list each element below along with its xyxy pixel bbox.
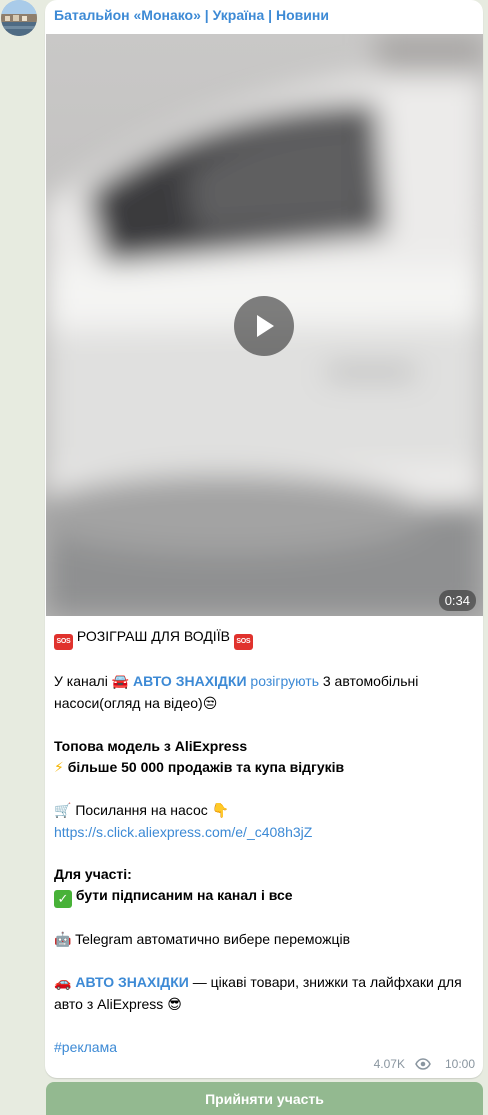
top-model-text: Топова модель з AliExpress — [54, 738, 248, 754]
participation-rule: бути підписаним на канал і все — [75, 887, 293, 903]
car-icon: 🚘 — [111, 674, 130, 690]
sos-icon: SOS — [233, 634, 253, 650]
sales-text: більше 50 000 продажів та купа відгуків — [67, 759, 345, 775]
post-headline: РОЗІГРАШ ДЛЯ ВОДІЇВ — [76, 628, 230, 644]
post-text: SOS РОЗІГРАШ ДЛЯ ВОДІЇВ SOS У каналі 🚘 А… — [54, 626, 474, 1058]
channel-name-link[interactable]: Батальйон «Монако» | Україна | Новини — [54, 7, 329, 23]
eye-icon — [415, 1058, 431, 1070]
check-mark-icon: ✓ — [54, 890, 72, 908]
red-car-icon: 🚗 — [54, 975, 72, 991]
unamused-face-icon: 😒 — [202, 696, 218, 712]
bot-text: Telegram автоматично вибере переможців — [75, 931, 351, 947]
robot-icon: 🤖 — [54, 932, 72, 948]
cart-icon: 🛒 — [54, 803, 72, 819]
footer-channel-link[interactable]: АВТО ЗНАХІДКИ — [75, 974, 188, 990]
intro-prefix: У каналі — [54, 673, 112, 689]
message-meta: 4.07K 10:00 — [374, 1057, 475, 1071]
giveaway-link[interactable]: розігрують — [250, 673, 319, 689]
video-player[interactable]: 0:34 — [46, 34, 483, 616]
sos-icon: SOS — [54, 634, 73, 650]
pump-link-label: Посилання на насос — [75, 802, 208, 818]
video-duration: 0:34 — [438, 590, 476, 611]
sunglasses-face-icon: 😎 — [167, 997, 182, 1013]
hashtag-link[interactable]: #реклама — [54, 1039, 117, 1055]
pump-url-link[interactable]: https://s.click.aliexpress.com/e/_c408h3… — [54, 824, 312, 840]
play-button[interactable] — [234, 296, 294, 356]
play-icon — [257, 315, 274, 337]
participation-title: Для участі: — [54, 866, 132, 882]
views-count: 4.07K — [373, 1057, 405, 1071]
lightning-icon: ⚡ — [54, 760, 64, 776]
join-button[interactable]: Прийняти участь — [46, 1082, 483, 1115]
channel-link[interactable]: АВТО ЗНАХІДКИ — [133, 673, 246, 689]
pointing-down-icon: 👇 — [211, 803, 230, 819]
channel-avatar[interactable] — [1, 0, 37, 36]
message-time: 10:00 — [444, 1057, 475, 1071]
message-bubble: Батальйон «Монако» | Україна | Новини 0:… — [45, 0, 483, 1078]
